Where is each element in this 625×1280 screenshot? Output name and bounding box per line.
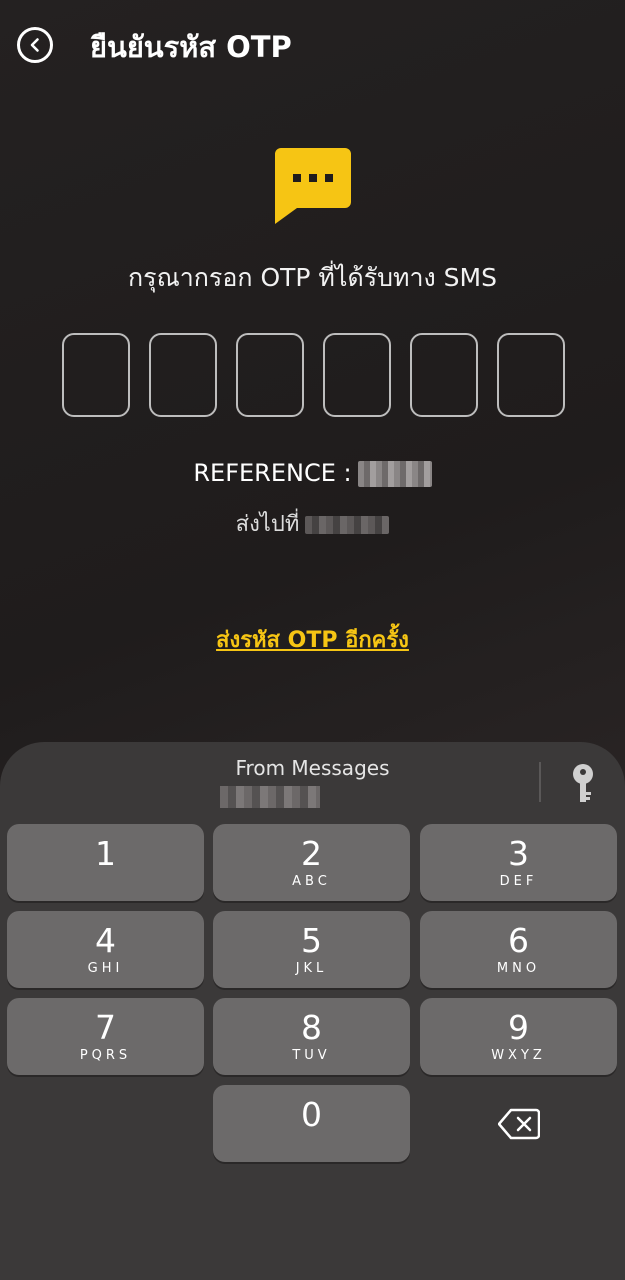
phone-number-redacted (305, 516, 390, 534)
key-letters: MNO (496, 961, 541, 976)
key-letters: GHI (87, 961, 124, 976)
key-number: 5 (301, 921, 322, 960)
key-4[interactable]: 4 GHI (7, 911, 204, 988)
key-9[interactable]: 9 WXYZ (420, 998, 617, 1075)
delete-button[interactable] (420, 1085, 617, 1162)
reference-code-redacted (357, 461, 432, 487)
key-number: 7 (95, 1008, 116, 1047)
key-5[interactable]: 5 JKL (213, 911, 410, 988)
resend-otp-link[interactable]: ส่งรหัส OTP อีกครั้ง (216, 628, 409, 653)
key-number: 8 (301, 1008, 322, 1047)
key-letters: ABC (292, 874, 331, 889)
key-letters: PQRS (79, 1048, 132, 1063)
key-letters: JKL (295, 961, 328, 976)
otp-digit-6[interactable] (497, 333, 565, 417)
page-title: ยืนยันรหัส OTP (90, 30, 292, 64)
otp-instruction: กรุณากรอก OTP ที่ได้รับทาง SMS (128, 263, 497, 292)
key-7[interactable]: 7 PQRS (7, 998, 204, 1075)
key-icon[interactable] (570, 764, 596, 804)
key-1[interactable]: 1 (7, 824, 204, 901)
key-2[interactable]: 2 ABC (213, 824, 410, 901)
sent-to-line: ส่งไปที่ (0, 506, 625, 541)
otp-digit-3[interactable] (236, 333, 304, 417)
autofill-suggestion-label[interactable]: From Messages (0, 756, 625, 780)
key-number: 1 (95, 834, 116, 873)
key-number: 2 (301, 834, 322, 873)
resend-otp-container: ส่งรหัส OTP อีกครั้ง (0, 622, 625, 657)
otp-digit-5[interactable] (410, 333, 478, 417)
reference-line: REFERENCE : (0, 459, 625, 487)
key-0[interactable]: 0 (213, 1085, 410, 1162)
key-6[interactable]: 6 MNO (420, 911, 617, 988)
key-letters: TUV (292, 1048, 331, 1063)
key-3[interactable]: 3 DEF (420, 824, 617, 901)
key-number: 3 (508, 834, 529, 873)
key-number: 4 (95, 921, 116, 960)
chevron-left-icon (30, 38, 39, 52)
otp-digit-1[interactable] (62, 333, 130, 417)
key-letters: WXYZ (491, 1048, 546, 1063)
sent-to-label: ส่งไปที่ (235, 512, 300, 537)
numeric-keyboard: From Messages 1 2 ABC 3 DEF 4 GHI 5 JKL … (0, 742, 625, 1280)
sms-chat-bubble-icon (275, 148, 351, 224)
key-number: 6 (508, 921, 529, 960)
autofill-code-redacted[interactable] (220, 786, 320, 808)
app-header: ยืนยันรหัส OTP (0, 0, 625, 90)
otp-digit-2[interactable] (149, 333, 217, 417)
otp-input-group (62, 333, 565, 417)
key-letters: DEF (499, 874, 538, 889)
key-number: 0 (301, 1095, 322, 1134)
suggestion-divider (539, 762, 541, 802)
key-8[interactable]: 8 TUV (213, 998, 410, 1075)
backspace-icon (497, 1108, 540, 1139)
reference-label: REFERENCE : (193, 459, 352, 487)
back-button[interactable] (17, 27, 53, 63)
key-number: 9 (508, 1008, 529, 1047)
otp-digit-4[interactable] (323, 333, 391, 417)
